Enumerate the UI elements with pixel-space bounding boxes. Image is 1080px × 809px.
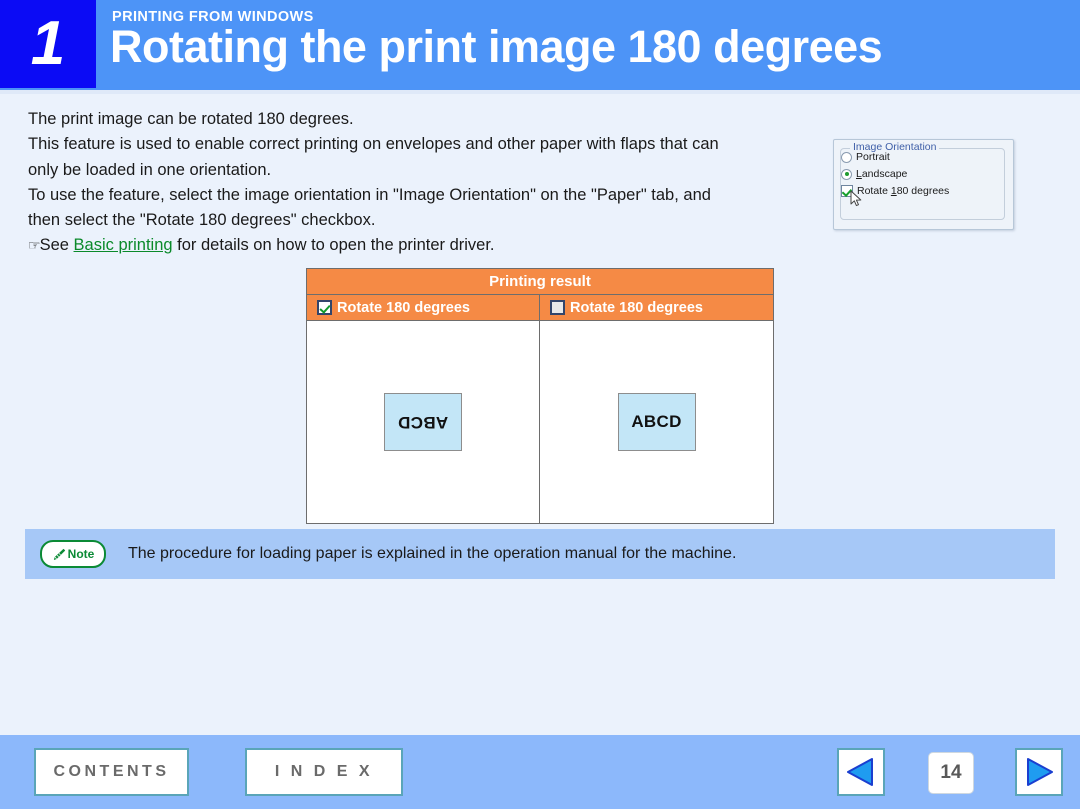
note-badge: Note [40, 540, 106, 568]
index-button[interactable]: I N D E X [245, 748, 403, 796]
table-header-cell-checked: Rotate 180 degrees [307, 295, 540, 320]
note-text: The procedure for loading paper is expla… [128, 545, 737, 562]
chapter-number-badge: 1 [0, 0, 96, 88]
mouse-cursor-icon [850, 190, 862, 207]
image-orientation-dialog: Image Orientation Portrait Landscape Rot… [833, 139, 1014, 230]
radio-landscape-icon[interactable] [841, 168, 852, 180]
next-page-button[interactable] [1015, 748, 1063, 796]
basic-printing-link[interactable]: Basic printing [74, 236, 173, 254]
pencil-icon [53, 548, 65, 560]
radio-portrait-icon[interactable] [841, 151, 852, 163]
table-header-cell-unchecked: Rotate 180 degrees [540, 295, 773, 320]
note-badge-label: Note [67, 547, 95, 561]
sample-page-rotated: ABCD [384, 393, 462, 451]
cross-reference-line: ☞See Basic printing for details on how t… [28, 233, 818, 258]
printing-result-table: Printing result Rotate 180 degrees Rotat… [306, 268, 774, 524]
option-portrait[interactable]: Portrait [841, 149, 890, 165]
pointing-hand-icon: ☞ [28, 237, 41, 254]
table-cell-normal-sample: ABCD [540, 321, 773, 523]
body-line-1: The print image can be rotated 180 degre… [28, 110, 354, 128]
page-title: Rotating the print image 180 degrees [110, 21, 883, 72]
body-text: The print image can be rotated 180 degre… [28, 107, 818, 259]
see-suffix: for details on how to open the printer d… [172, 236, 495, 255]
table-body-row: ABCD ABCD [307, 321, 773, 523]
table-header-label-unchecked: Rotate 180 degrees [570, 299, 703, 316]
page-number-display: 14 [928, 752, 974, 794]
table-title: Printing result [307, 269, 773, 295]
note-box: Note The procedure for loading paper is … [25, 529, 1055, 579]
option-landscape[interactable]: Landscape [841, 166, 907, 182]
previous-page-button[interactable] [837, 748, 885, 796]
header-divider [0, 90, 1080, 94]
body-line-2: This feature is used to enable correct p… [28, 135, 719, 154]
option-portrait-label: Portrait [856, 151, 890, 163]
checkbox-unchecked-icon [550, 300, 565, 315]
option-rotate-180-label: Rotate 180 degrees [857, 185, 950, 197]
body-line-5: then select the "Rotate 180 degrees" che… [28, 211, 376, 230]
table-subheader-row: Rotate 180 degrees Rotate 180 degrees [307, 295, 773, 321]
body-line-4: To use the feature, select the image ori… [28, 185, 711, 204]
checkbox-checked-icon [317, 300, 332, 315]
option-landscape-label: Landscape [856, 168, 908, 180]
body-line-3: only be loaded in one orientation. [28, 160, 272, 179]
see-prefix: See [39, 236, 74, 255]
table-cell-rotated-sample: ABCD [307, 321, 540, 523]
prev-arrow-icon [847, 758, 873, 786]
next-arrow-icon [1027, 758, 1053, 786]
page-header: 1 PRINTING FROM WINDOWS Rotating the pri… [0, 0, 1080, 90]
contents-button[interactable]: CONTENTS [34, 748, 189, 796]
table-header-label-checked: Rotate 180 degrees [337, 299, 470, 316]
sample-page-normal: ABCD [617, 393, 696, 451]
